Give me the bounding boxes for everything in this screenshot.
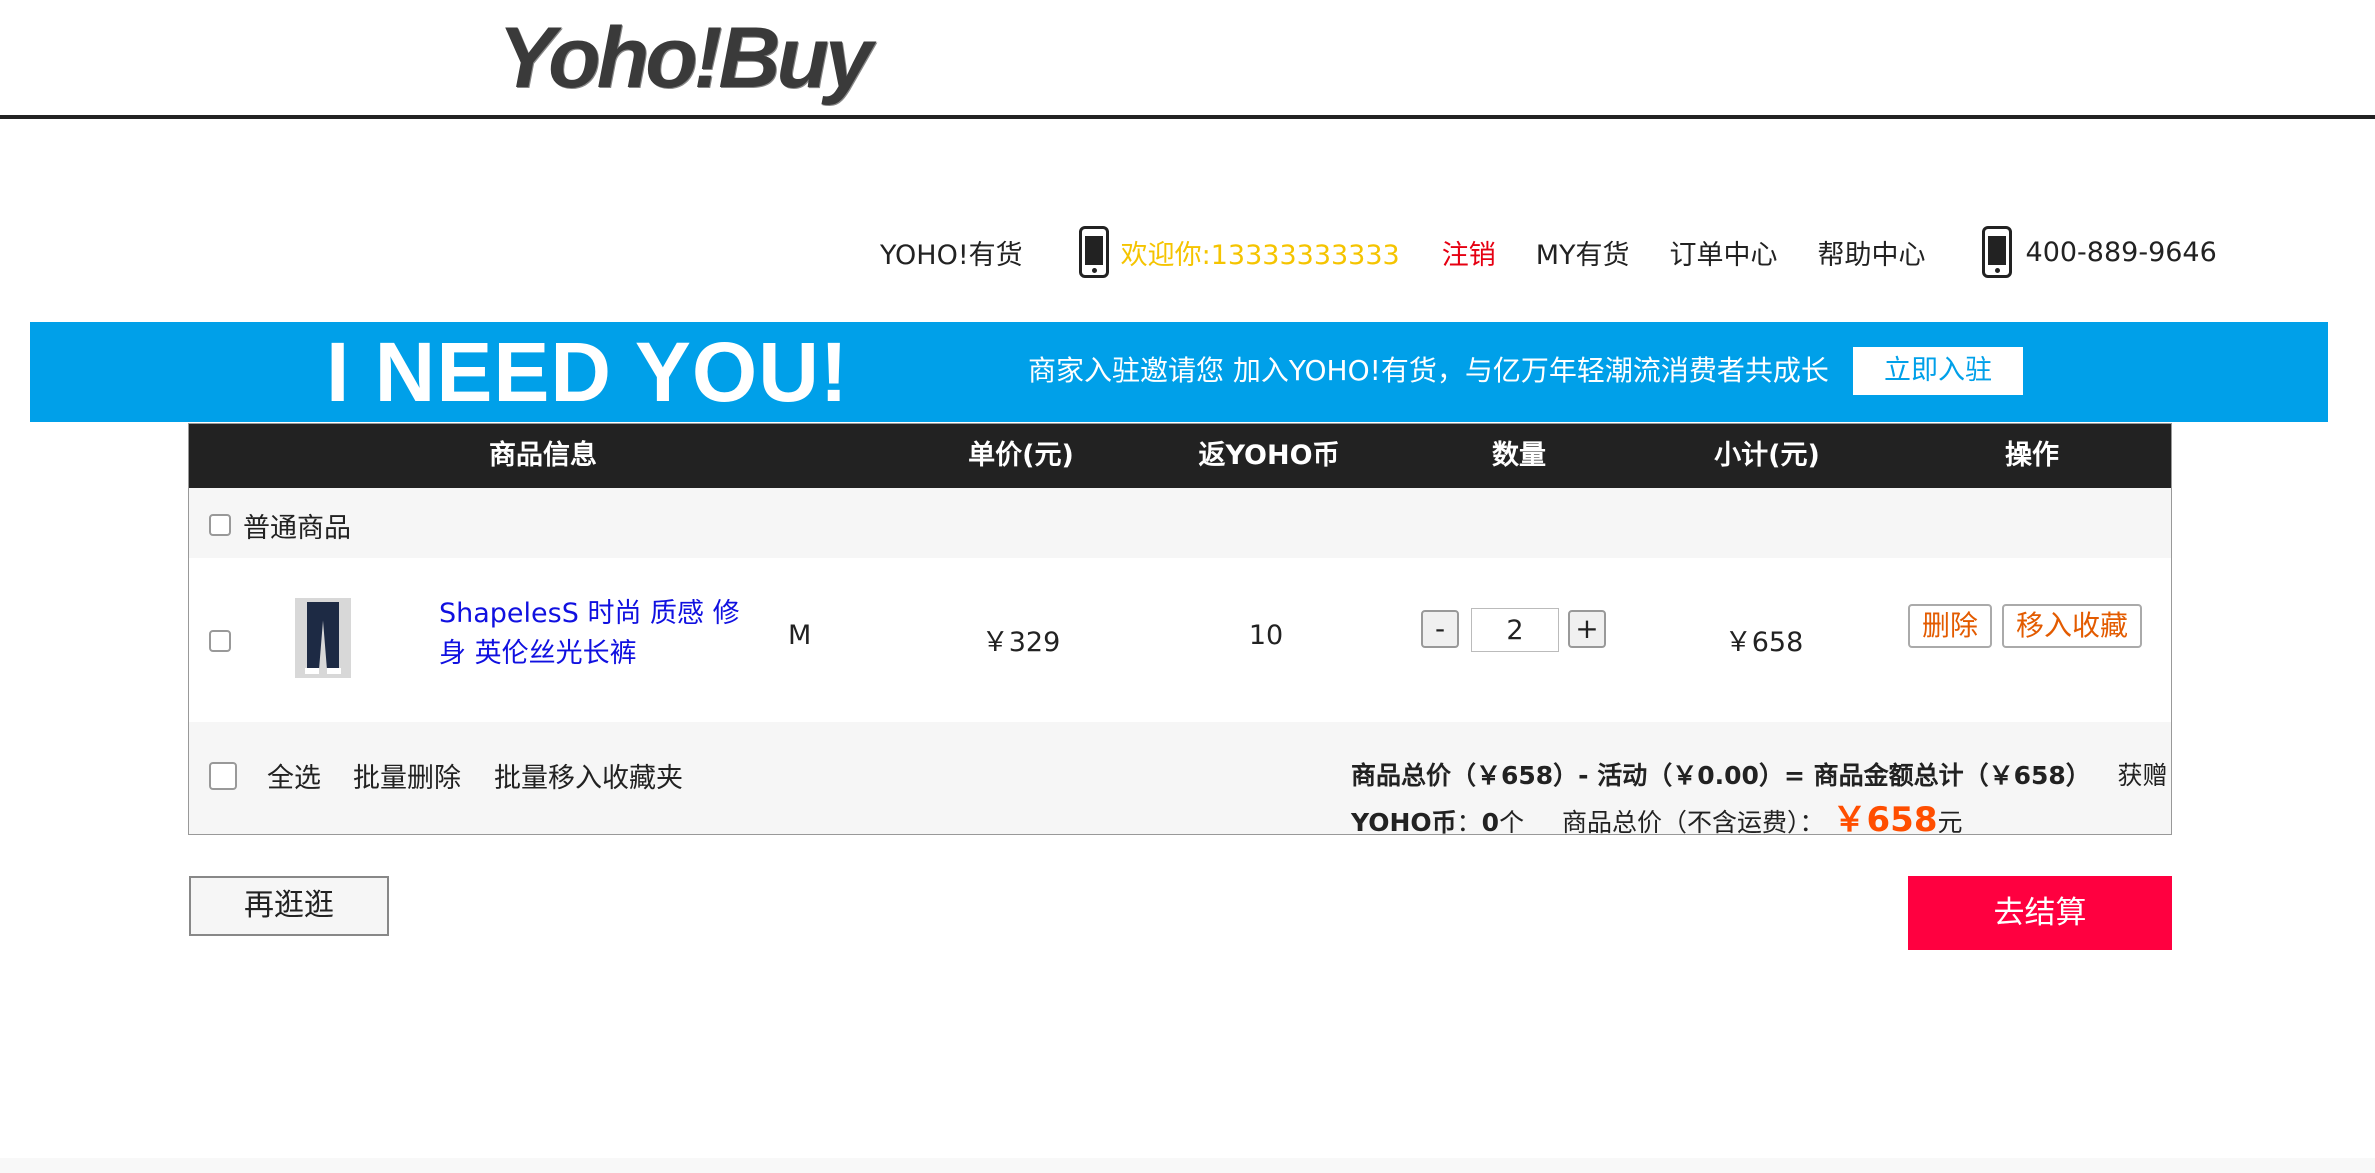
col-operation: 操作	[2005, 440, 2059, 471]
product-name-link[interactable]: ShapelesS 时尚 质感 修身 英伦丝光长裤	[439, 594, 749, 674]
batch-delete-link[interactable]: 批量删除	[353, 756, 461, 795]
nav-help-center-link[interactable]: 帮助中心	[1818, 233, 1926, 272]
group-label: 普通商品	[243, 513, 351, 544]
product-size: M	[788, 620, 812, 651]
batch-favorite-link[interactable]: 批量移入收藏夹	[494, 756, 683, 795]
nav-brand-link[interactable]: YOHO!有货	[880, 233, 1023, 272]
quantity-increase-button[interactable]: +	[1568, 610, 1606, 648]
shoe-left	[305, 668, 319, 674]
col-yoho-coins: 返YOHO币	[1198, 440, 1340, 471]
top-navigation: YOHO!有货 欢迎你:13333333333 注销 MY有货 订单中心 帮助中…	[880, 220, 2217, 284]
logout-link[interactable]: 注销	[1442, 233, 1496, 272]
shoe-right	[327, 668, 341, 674]
select-all-checkbox[interactable]	[209, 762, 237, 790]
cart-item-row: ShapelesS 时尚 质感 修身 英伦丝光长裤 M ￥329 10 - + …	[189, 558, 2171, 722]
checkout-button[interactable]: 去结算	[1908, 876, 2172, 950]
col-product-info: 商品信息	[489, 440, 597, 471]
total-summary-line: YOHO币：0个 商品总价（不含运费）： ￥658元	[1351, 792, 1963, 841]
total-price-unit: 元	[1937, 808, 1963, 837]
product-thumbnail[interactable]	[295, 598, 351, 678]
cart-table-header: 商品信息 单价(元) 返YOHO币 数量 小计(元) 操作	[189, 424, 2171, 488]
page-bottom-strip	[0, 1158, 2375, 1173]
price-breakdown: 商品总价（￥658）- 活动（￥0.00）= 商品金额总计（￥658）	[1351, 761, 2091, 790]
continue-shopping-button[interactable]: 再逛逛	[189, 876, 389, 936]
cart-table: 商品信息 单价(元) 返YOHO币 数量 小计(元) 操作 普通商品 Shape…	[188, 423, 2172, 840]
hotline-number: 400-889-9646	[2025, 236, 2217, 268]
yohobuy-logo[interactable]: Yoho!Buy	[498, 8, 873, 108]
group-checkbox[interactable]	[209, 514, 231, 536]
col-quantity: 数量	[1492, 440, 1546, 471]
mobile-phone-icon[interactable]	[1078, 226, 1109, 278]
select-all-label[interactable]: 全选	[267, 756, 321, 795]
hotline-phone-icon	[1981, 226, 2012, 278]
banner-text: 商家入驻邀请您 加入YOHO!有货，与亿万年轻潮流消费者共成长	[1028, 354, 1829, 387]
gift-label: 获赠	[2117, 761, 2168, 790]
group-row: 普通商品	[189, 488, 2171, 558]
total-price-value: ￥658	[1832, 800, 1938, 840]
header-divider	[0, 115, 2375, 119]
item-subtotal: ￥658	[1724, 627, 1804, 658]
nav-my-yoho-link[interactable]: MY有货	[1536, 233, 1630, 272]
total-price-label: 商品总价（不含运费）：	[1562, 808, 1825, 837]
welcome-user-link[interactable]: 欢迎你:13333333333	[1121, 233, 1400, 272]
merchant-recruit-banner[interactable]: I NEED YOU! 商家入驻邀请您 加入YOHO!有货，与亿万年轻潮流消费者…	[30, 322, 2328, 422]
yoho-coins-earned: 0	[1481, 808, 1500, 837]
col-subtotal: 小计(元)	[1714, 440, 1820, 471]
yoho-coins-value: 10	[1248, 620, 1284, 651]
col-unit-price: 单价(元)	[968, 440, 1074, 471]
price-summary-line: 商品总价（￥658）- 活动（￥0.00）= 商品金额总计（￥658） 获赠	[1351, 756, 2168, 792]
yoho-coins-label: YOHO币	[1351, 808, 1457, 837]
delete-item-button[interactable]: 删除	[1908, 604, 1992, 648]
pants-image	[307, 602, 339, 668]
move-to-favorites-button[interactable]: 移入收藏	[2002, 604, 2142, 648]
unit-price: ￥329	[981, 627, 1061, 658]
banner-headline: I NEED YOU!	[326, 325, 849, 419]
quantity-input[interactable]	[1471, 608, 1559, 652]
nav-order-center-link[interactable]: 订单中心	[1670, 233, 1778, 272]
item-checkbox[interactable]	[209, 630, 231, 652]
yoho-coins-unit: 个	[1499, 808, 1525, 837]
join-now-button[interactable]: 立即入驻	[1853, 347, 2023, 395]
cart-footer: 全选 批量删除 批量移入收藏夹 商品总价（￥658）- 活动（￥0.00）= 商…	[189, 722, 2171, 840]
quantity-decrease-button[interactable]: -	[1421, 610, 1459, 648]
yoho-coins-separator: ：	[1456, 808, 1482, 837]
